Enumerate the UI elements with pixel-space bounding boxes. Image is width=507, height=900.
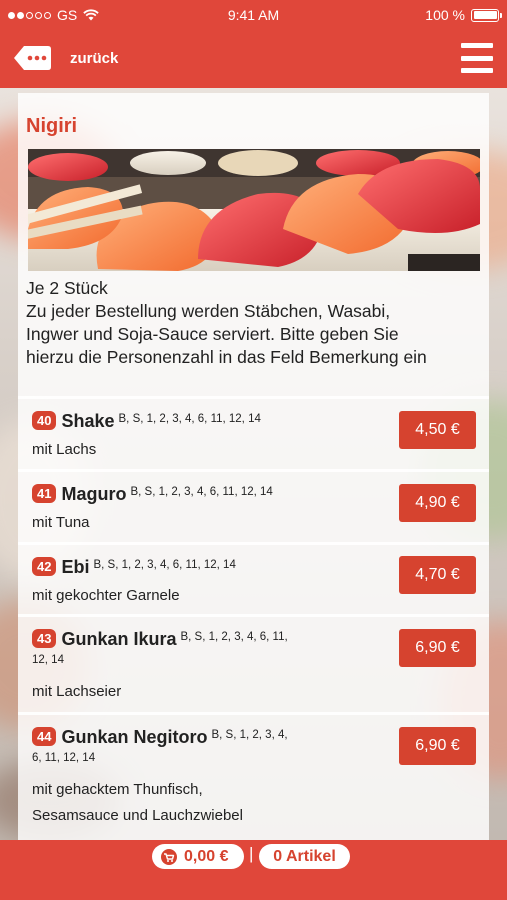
section-title: Nigiri bbox=[26, 115, 78, 137]
cart-separator: | bbox=[249, 844, 254, 863]
item-allergens: B, S, 1, 2, 3, 4, 6, 11, bbox=[180, 631, 288, 643]
menu-item[interactable]: 44 Gunkan Negitoro B, S, 1, 2, 3, 4, 6, 11… bbox=[18, 712, 489, 836]
hamburger-menu-icon[interactable] bbox=[461, 43, 493, 73]
item-allergens-continued: 12, 14 bbox=[32, 654, 64, 666]
item-allergens-continued: 6, 11, 12, 14 bbox=[32, 752, 96, 764]
cart-total-button[interactable]: 0,00 € bbox=[152, 844, 244, 869]
item-number-badge: 42 bbox=[32, 557, 57, 576]
item-name: Ebi bbox=[61, 557, 90, 577]
menu-item[interactable]: 42 Ebi B, S, 1, 2, 3, 4, 6, 11, 12, 14 mit… bbox=[18, 542, 489, 614]
item-number-badge: 44 bbox=[32, 727, 57, 746]
menu-section-card: Nigiri Je 2 Stück Zu jeder Bestellung we… bbox=[18, 93, 489, 840]
item-name: Gunkan Negitoro bbox=[61, 727, 208, 747]
item-allergens: B, S, 1, 2, 3, 4, 6, 11, 12, 14 bbox=[93, 559, 236, 571]
item-allergens: B, S, 1, 2, 3, 4, bbox=[211, 729, 288, 741]
menu-item[interactable]: 43 Gunkan Ikura B, S, 1, 2, 3, 4, 6, 11, 1… bbox=[18, 614, 489, 712]
section-description: Je 2 Stück Zu jeder Bestellung werden St… bbox=[26, 277, 486, 369]
add-to-cart-price-button[interactable]: 4,70 € bbox=[399, 556, 476, 594]
back-button[interactable]: zurück bbox=[12, 44, 118, 72]
item-description: mit Lachs bbox=[32, 441, 97, 458]
portion-info: Je 2 Stück bbox=[26, 278, 108, 298]
item-number-badge: 41 bbox=[32, 484, 57, 503]
add-to-cart-price-button[interactable]: 4,50 € bbox=[399, 411, 476, 449]
sushi-image bbox=[28, 149, 480, 271]
menu-item-list: 40 Shake B, S, 1, 2, 3, 4, 6, 11, 12, 14 m… bbox=[18, 396, 489, 836]
battery-icon bbox=[471, 8, 502, 22]
back-arrow-icon bbox=[12, 44, 52, 72]
add-to-cart-price-button[interactable]: 4,90 € bbox=[399, 484, 476, 522]
hero-image bbox=[28, 149, 480, 271]
back-label: zurück bbox=[70, 49, 119, 67]
add-to-cart-price-button[interactable]: 6,90 € bbox=[399, 727, 476, 765]
description-line: Zu jeder Bestellung werden Stäbchen, Was… bbox=[26, 301, 391, 321]
description-line: Ingwer und Soja-Sauce serviert. Bitte ge… bbox=[26, 324, 399, 344]
item-name: Gunkan Ikura bbox=[61, 629, 177, 649]
navigation-bar: zurück bbox=[0, 30, 507, 88]
item-description: mit gehacktem Thunfisch, bbox=[32, 781, 203, 798]
cart-count: 0 Artikel bbox=[273, 847, 336, 865]
item-allergens: B, S, 1, 2, 3, 4, 6, 11, 12, 14 bbox=[118, 413, 261, 425]
battery-percent: 100 % bbox=[425, 7, 465, 23]
cart-icon bbox=[161, 848, 177, 865]
cart-bar bbox=[0, 840, 507, 900]
item-description: mit gekochter Garnele bbox=[32, 587, 180, 604]
item-description: mit Lachseier bbox=[32, 683, 122, 700]
cart-count-button[interactable]: 0 Artikel bbox=[259, 844, 350, 869]
status-bar: GS 9:41 AM 100 % bbox=[0, 0, 507, 30]
item-number-badge: 40 bbox=[32, 411, 57, 430]
menu-item[interactable]: 40 Shake B, S, 1, 2, 3, 4, 6, 11, 12, 14 m… bbox=[18, 396, 489, 469]
item-description: Sesamsauce und Lauchzwiebel bbox=[32, 807, 243, 824]
add-to-cart-price-button[interactable]: 6,90 € bbox=[399, 629, 476, 667]
menu-item[interactable]: 41 Maguro B, S, 1, 2, 3, 4, 6, 11, 12, 14 … bbox=[18, 469, 489, 542]
item-allergens: B, S, 1, 2, 3, 4, 6, 11, 12, 14 bbox=[130, 486, 273, 498]
item-description: mit Tuna bbox=[32, 514, 90, 531]
item-name: Shake bbox=[61, 411, 115, 431]
description-line: hierzu die Personenzahl in das Feld Beme… bbox=[26, 347, 427, 367]
item-name: Maguro bbox=[61, 484, 127, 504]
cart-total: 0,00 € bbox=[184, 847, 229, 865]
item-number-badge: 43 bbox=[32, 629, 57, 648]
